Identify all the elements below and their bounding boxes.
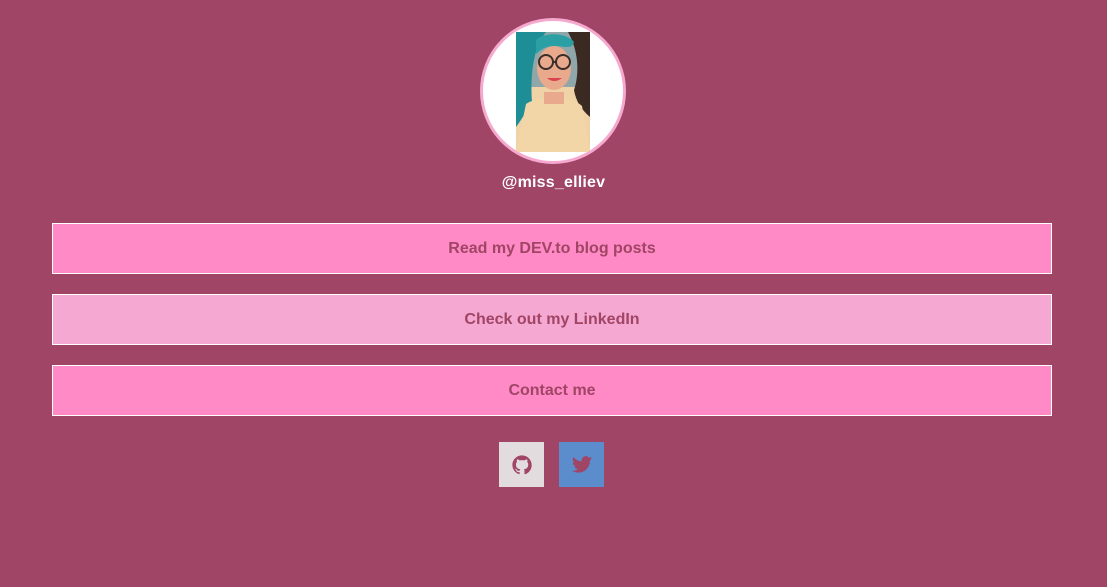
profile-photo: [516, 32, 590, 152]
twitter-icon: [571, 455, 592, 473]
github-link[interactable]: [499, 442, 544, 487]
github-icon: [511, 454, 532, 474]
contact-button[interactable]: Contact me: [52, 365, 1052, 416]
dev-blog-button[interactable]: Read my DEV.to blog posts: [52, 223, 1052, 274]
username: @miss_elliev: [501, 174, 606, 191]
twitter-link[interactable]: [559, 442, 604, 487]
avatar: [480, 18, 626, 164]
linkedin-button[interactable]: Check out my LinkedIn: [52, 294, 1052, 345]
